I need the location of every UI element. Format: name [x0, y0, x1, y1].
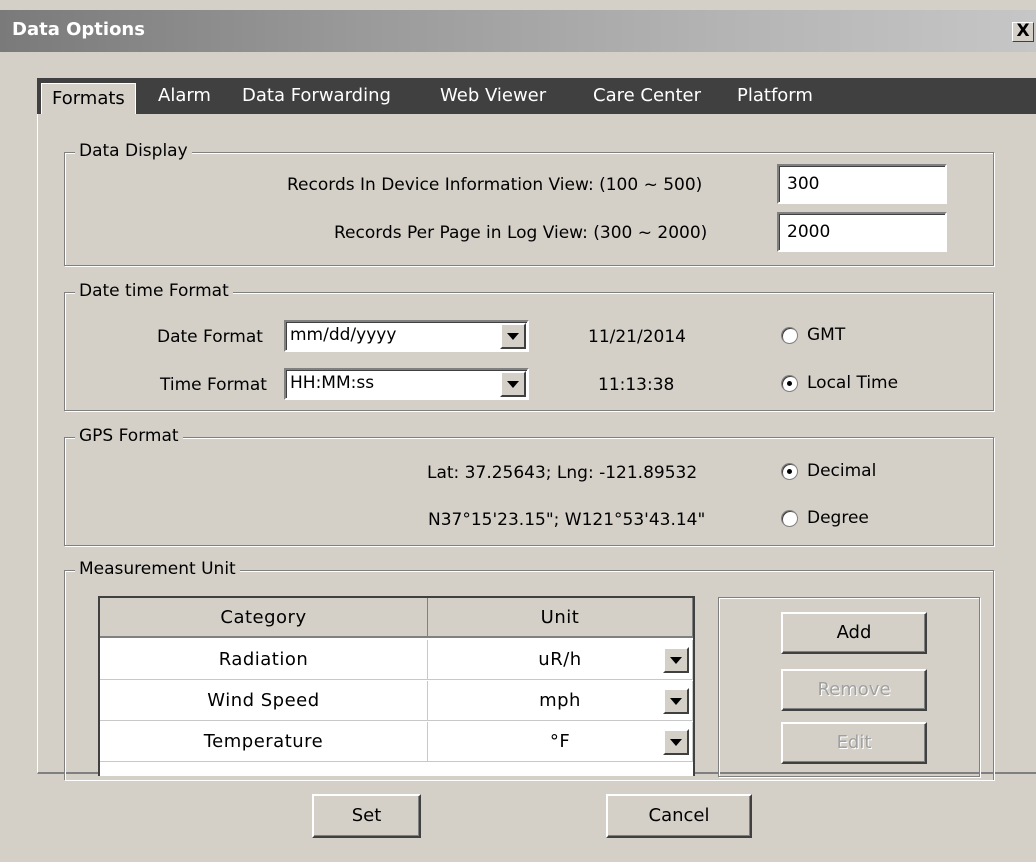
- local-time-radio-label: Local Time: [807, 373, 899, 393]
- column-header-unit[interactable]: Unit: [428, 598, 693, 638]
- records-log-label: Records Per Page in Log View: (300 ~ 200…: [334, 223, 708, 243]
- add-button[interactable]: Add: [781, 612, 927, 654]
- time-preview: 11:13:38: [598, 375, 675, 395]
- close-button[interactable]: X: [1012, 22, 1034, 42]
- decimal-radio-circle[interactable]: [781, 463, 798, 480]
- chevron-down-icon[interactable]: [500, 371, 526, 397]
- measurement-table: Category Unit Radiation uR/h Wind Speed …: [98, 596, 695, 776]
- table-cell-unit[interactable]: uR/h: [428, 640, 693, 680]
- edit-button[interactable]: Edit: [781, 722, 927, 764]
- date-format-value: mm/dd/yyyy: [290, 325, 397, 345]
- chevron-down-icon[interactable]: [663, 729, 689, 755]
- records-device-input[interactable]: 300: [777, 164, 947, 204]
- set-button[interactable]: Set: [312, 794, 421, 838]
- measurement-legend: Measurement Unit: [75, 559, 240, 579]
- tab-strip: Formats Alarm Data Forwarding Web Viewer…: [37, 78, 1036, 116]
- table-cell-unit[interactable]: °F: [428, 722, 693, 762]
- records-log-input[interactable]: 2000: [777, 212, 947, 252]
- chevron-down-icon[interactable]: [663, 688, 689, 714]
- tab-data-forwarding[interactable]: Data Forwarding: [242, 78, 391, 114]
- chevron-down-icon[interactable]: [500, 323, 526, 349]
- window-title: Data Options: [12, 19, 145, 40]
- table-cell-category[interactable]: Temperature: [100, 722, 428, 762]
- datetime-legend: Date time Format: [75, 281, 233, 301]
- gps-legend: GPS Format: [75, 426, 183, 446]
- time-format-select[interactable]: HH:MM:ss: [284, 368, 529, 400]
- table-cell-unit[interactable]: mph: [428, 681, 693, 721]
- tab-web-viewer[interactable]: Web Viewer: [440, 78, 546, 114]
- local-time-radio-circle[interactable]: [781, 375, 798, 392]
- tab-formats[interactable]: Formats: [41, 83, 136, 116]
- table-cell-category[interactable]: Radiation: [100, 640, 428, 680]
- gmt-radio-circle[interactable]: [781, 327, 798, 344]
- date-preview: 11/21/2014: [588, 327, 686, 347]
- column-header-category[interactable]: Category: [100, 598, 428, 638]
- time-format-label: Time Format: [160, 375, 267, 395]
- title-bar: Data Options X: [0, 10, 1036, 52]
- gps-degree-preview: N37°15'23.15"; W121°53'43.14": [428, 510, 706, 530]
- degree-radio-label: Degree: [807, 508, 869, 528]
- table-cell-category[interactable]: Wind Speed: [100, 681, 428, 721]
- tab-care-center[interactable]: Care Center: [593, 78, 701, 114]
- tab-alarm[interactable]: Alarm: [158, 78, 211, 114]
- date-format-select[interactable]: mm/dd/yyyy: [284, 320, 529, 352]
- gps-decimal-preview: Lat: 37.25643; Lng: -121.89532: [427, 463, 698, 483]
- date-format-label: Date Format: [157, 327, 263, 347]
- records-device-label: Records In Device Information View: (100…: [287, 175, 703, 195]
- tab-platform[interactable]: Platform: [737, 78, 813, 114]
- time-format-value: HH:MM:ss: [290, 373, 375, 393]
- remove-button[interactable]: Remove: [781, 669, 927, 711]
- degree-radio-circle[interactable]: [781, 510, 798, 527]
- gmt-radio-label: GMT: [807, 325, 846, 345]
- decimal-radio-label: Decimal: [807, 461, 877, 481]
- chevron-down-icon[interactable]: [663, 647, 689, 673]
- cancel-button[interactable]: Cancel: [606, 794, 752, 838]
- data-display-legend: Data Display: [75, 141, 192, 161]
